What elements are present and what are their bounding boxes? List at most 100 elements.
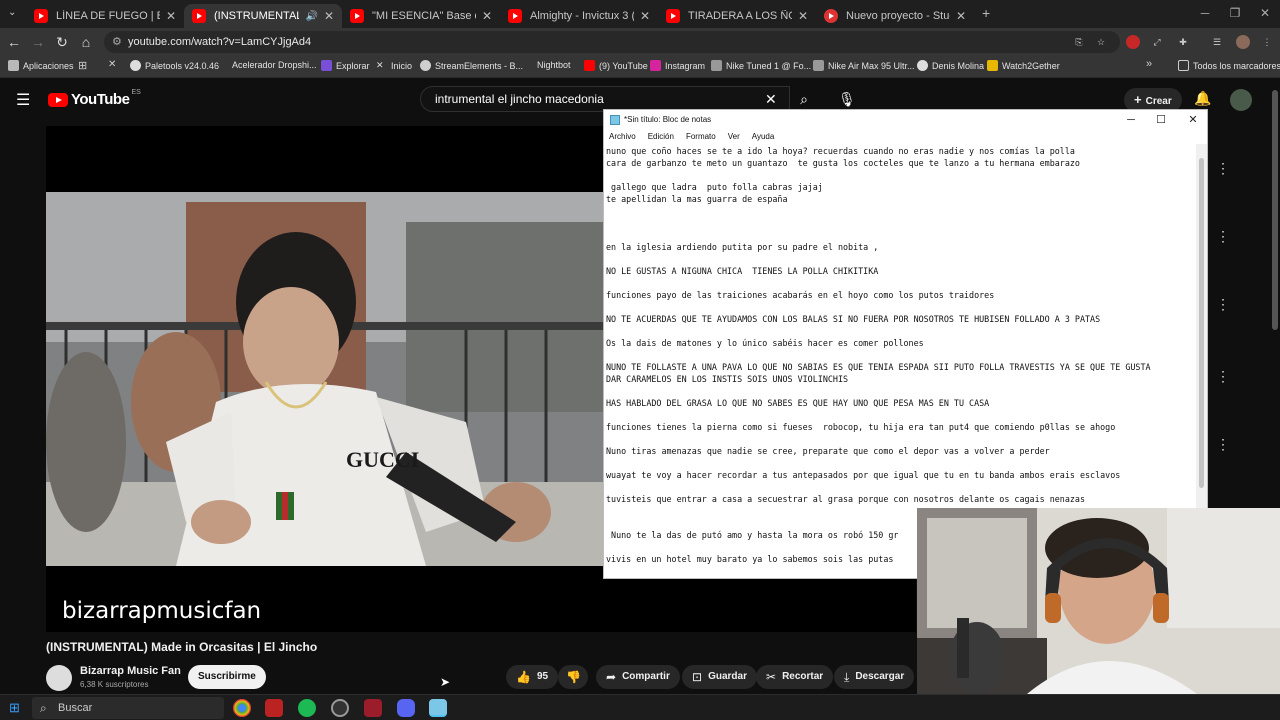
restore-window-icon[interactable]: ❐ xyxy=(1220,6,1250,20)
youtube-logo[interactable]: YouTube ES xyxy=(48,89,141,108)
minimize-window-icon[interactable]: ─ xyxy=(1190,6,1220,20)
x-logo-icon: ✕ xyxy=(376,60,384,70)
install-app-icon[interactable]: ⎘ xyxy=(1072,35,1086,49)
page-scrollbar[interactable] xyxy=(1272,90,1278,330)
explorar-icon xyxy=(321,60,332,71)
reading-list-icon[interactable]: ☰ xyxy=(1210,35,1224,49)
obs-icon[interactable] xyxy=(331,699,349,717)
close-tab-icon[interactable]: ✕ xyxy=(640,9,650,23)
tab-mi-esencia[interactable]: "MI ESENCIA" Base de Rap Ag ✕ xyxy=(342,4,500,28)
discord-icon[interactable] xyxy=(397,699,415,717)
chrome-icon[interactable] xyxy=(233,699,251,717)
tab-almighty[interactable]: Almighty - Invictux 3 (Tiraera p ✕ xyxy=(500,4,658,28)
more-options-icon[interactable]: ⋮ xyxy=(1216,228,1230,245)
new-tab-button[interactable]: + xyxy=(982,5,990,21)
notepad-taskbar-icon[interactable] xyxy=(429,699,447,717)
bookmark-nike-tuned[interactable]: Nike Tuned 1 @ Fo... xyxy=(711,60,811,71)
bookmark-nike-air-max[interactable]: Nike Air Max 95 Ultr... xyxy=(813,60,915,71)
profile-avatar-icon[interactable] xyxy=(1236,35,1250,49)
all-bookmarks-folder[interactable]: Todos los marcadores xyxy=(1178,60,1280,71)
notepad-titlebar[interactable]: *Sin título: Bloc de notas ─ ☐ ✕ xyxy=(604,110,1207,130)
bookmark-apps[interactable]: Aplicaciones xyxy=(8,60,74,71)
clear-search-icon[interactable]: ✕ xyxy=(765,87,777,111)
audio-playing-icon[interactable]: 🔊 xyxy=(305,11,317,22)
bookmark-paletools[interactable]: Paletools v24.0.46 xyxy=(130,60,219,71)
menu-formato[interactable]: Formato xyxy=(686,130,716,144)
notepad-scrollbar[interactable] xyxy=(1196,144,1207,508)
bookmark-denis-molina[interactable]: Denis Molina xyxy=(917,60,984,71)
extension-red-icon[interactable] xyxy=(1126,35,1140,49)
video-frame[interactable]: GUCCI xyxy=(46,192,604,566)
bookmark-inicio[interactable]: ✕ Inicio xyxy=(376,60,412,71)
extension-arrows-icon[interactable]: ⤢ xyxy=(1150,35,1164,49)
notepad-scroll-thumb[interactable] xyxy=(1199,158,1204,488)
adobe-app-icon[interactable] xyxy=(364,699,382,717)
subscriber-count: 6,38 K suscriptores xyxy=(80,680,149,689)
channel-avatar[interactable] xyxy=(46,665,72,691)
forward-icon[interactable]: → xyxy=(28,34,48,50)
scissors-icon: ✂ xyxy=(766,670,777,684)
tab-tiradera[interactable]: TIRADERA A LOS ÑORDOS "la v ✕ xyxy=(658,4,816,28)
close-window-icon[interactable]: ✕ xyxy=(1250,6,1280,20)
notepad-line: Nuno te la das de putó amo y hasta la mo… xyxy=(606,530,899,540)
taskbar-search-icon: ⌕ xyxy=(40,701,47,715)
notepad-close-icon[interactable]: ✕ xyxy=(1178,110,1208,130)
channel-name[interactable]: Bizarrap Music Fan xyxy=(80,665,181,677)
taskbar-search-input[interactable]: ⌕ Buscar xyxy=(32,697,224,719)
download-button[interactable]: ⤓ Descargar xyxy=(834,665,915,689)
notepad-line: NUNO TE FOLLASTE A UNA PAVA LO QUE NO SA… xyxy=(606,362,1151,372)
bookmark-streamelements[interactable]: StreamElements - B... xyxy=(420,60,523,71)
more-options-icon[interactable]: ⋮ xyxy=(1216,160,1230,177)
like-button[interactable]: 👍 95 xyxy=(506,665,558,689)
bookmark-instagram[interactable]: Instagram xyxy=(650,60,705,71)
extensions-puzzle-icon[interactable]: ✚ xyxy=(1176,35,1190,49)
more-options-icon[interactable]: ⋮ xyxy=(1216,368,1230,385)
more-options-icon[interactable]: ⋮ xyxy=(1216,296,1230,313)
bookmark-acelerador[interactable]: Acelerador Dropshi... xyxy=(232,60,317,70)
close-tab-icon[interactable]: ✕ xyxy=(482,9,492,23)
voicemeeter-icon[interactable] xyxy=(265,699,283,717)
bookmark-watch2gether[interactable]: Watch2Gether xyxy=(987,60,1060,71)
notifications-bell-icon[interactable]: 🔔 xyxy=(1194,90,1211,107)
back-icon[interactable]: ← xyxy=(4,34,24,50)
site-info-icon[interactable]: ⚙ xyxy=(112,31,122,53)
more-bookmarks-icon[interactable]: » xyxy=(1146,58,1152,70)
bookmark-youtube[interactable]: (9) YouTube xyxy=(584,60,648,71)
clip-button[interactable]: ✂ Recortar xyxy=(756,665,834,689)
dislike-button[interactable]: 👎 xyxy=(558,665,588,689)
tab-nuevo-proyecto[interactable]: Nuevo proyecto - Studio ✕ xyxy=(816,4,974,28)
bookmark-explorar[interactable]: Explorar xyxy=(321,60,370,71)
browser-menu-icon[interactable]: ⋮ xyxy=(1260,35,1274,49)
tab-search-icon[interactable]: ⌄ xyxy=(8,7,16,18)
subscribe-button[interactable]: Suscribirme xyxy=(188,665,266,689)
user-avatar[interactable] xyxy=(1230,89,1252,111)
hamburger-menu-icon[interactable]: ☰ xyxy=(16,90,30,110)
notepad-line: gallego que ladra puto folla cabras jaja… xyxy=(606,182,823,192)
tab-linea-de-fuego[interactable]: LÍNEA DE FUEGO | Beat de RAP ✕ xyxy=(26,4,184,28)
bookmark-grid-icon[interactable]: ⊞ xyxy=(78,59,87,72)
close-tab-icon[interactable]: ✕ xyxy=(956,9,966,23)
notepad-minimize-icon[interactable]: ─ xyxy=(1116,110,1146,130)
menu-edicion[interactable]: Edición xyxy=(648,130,674,144)
menu-ayuda[interactable]: Ayuda xyxy=(752,130,775,144)
bookmark-nightbot[interactable]: Nightbot xyxy=(537,60,571,70)
close-tab-icon[interactable]: ✕ xyxy=(324,9,334,23)
close-tab-icon[interactable]: ✕ xyxy=(166,9,176,23)
tab-instrumental-made-in[interactable]: (INSTRUMENTAL) Made in O 🔊 ✕ xyxy=(184,4,342,28)
bookmark-x-icon[interactable]: ✕ xyxy=(108,59,116,70)
share-button[interactable]: ➦ Compartir xyxy=(596,665,680,689)
reload-icon[interactable]: ↻ xyxy=(52,34,72,51)
menu-archivo[interactable]: Archivo xyxy=(609,130,636,144)
more-options-icon[interactable]: ⋮ xyxy=(1216,436,1230,453)
address-bar[interactable]: ⚙ youtube.com/watch?v=LamCYJjgAd4 xyxy=(104,31,1120,53)
windows-start-icon[interactable]: ⊞ xyxy=(9,700,20,716)
spotify-icon[interactable] xyxy=(298,699,316,717)
close-tab-icon[interactable]: ✕ xyxy=(798,9,808,23)
menu-ver[interactable]: Ver xyxy=(728,130,740,144)
home-icon[interactable]: ⌂ xyxy=(76,34,96,50)
notepad-maximize-icon[interactable]: ☐ xyxy=(1146,110,1176,130)
save-button[interactable]: ⊡ Guardar xyxy=(682,665,757,689)
bookmark-star-icon[interactable]: ☆ xyxy=(1094,35,1108,49)
voice-search-icon[interactable]: 🎙 xyxy=(838,91,856,108)
share-icon: ➦ xyxy=(606,670,617,684)
